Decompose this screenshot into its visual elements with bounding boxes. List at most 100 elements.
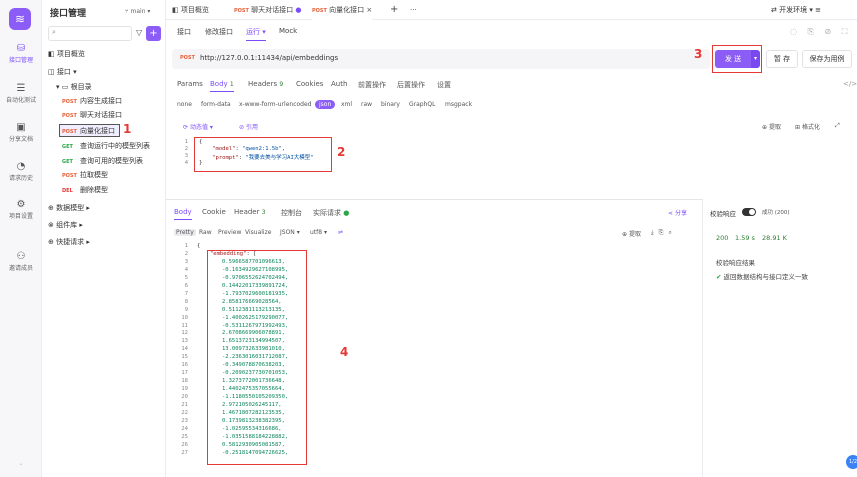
tab-project-overview[interactable]: ◧ 项目概览 xyxy=(172,0,209,20)
req-tab-pre[interactable]: 前置操作 xyxy=(358,80,386,90)
line-number: 3 xyxy=(184,153,188,159)
subtab-edit[interactable]: 修改接口 xyxy=(205,27,233,37)
resp-tab-body[interactable]: Body xyxy=(174,208,192,220)
req-tab-auth[interactable]: Auth xyxy=(331,80,347,88)
rail-item-invite[interactable]: ⚇ 邀请成员 xyxy=(0,250,42,272)
body-type-urlencoded[interactable]: x-www-form-urlencoded xyxy=(239,101,311,108)
line-number: 5 xyxy=(184,274,188,281)
add-button[interactable]: + xyxy=(146,26,161,41)
env-selector[interactable]: ⇄ 开发环境 ▾ ≡ xyxy=(771,3,821,17)
resp-tab-header[interactable]: Header 3 xyxy=(234,208,266,216)
close-icon[interactable]: × xyxy=(366,6,372,14)
view-json[interactable]: JSON ▾ xyxy=(280,229,300,236)
save-draft-button[interactable]: 暂 存 xyxy=(766,50,798,68)
rail-item-settings[interactable]: ⚙ 项目设置 xyxy=(0,198,42,220)
help-badge[interactable]: 1/2 xyxy=(846,455,857,469)
view-raw[interactable]: Raw xyxy=(199,229,212,236)
body-type-form-data[interactable]: form-data xyxy=(201,101,231,108)
rail-label: 接口管理 xyxy=(8,57,33,64)
tree-item-chat[interactable]: POST 聊天对话接口 xyxy=(62,109,122,122)
body-type-raw[interactable]: raw xyxy=(361,101,372,108)
body-type-json[interactable]: json xyxy=(315,100,336,109)
rail-label: 分享文档 xyxy=(8,136,33,143)
tree-item-available-models[interactable]: GET 查询可用的模型列表 xyxy=(62,155,143,168)
expand-icon[interactable]: ⤢ xyxy=(835,122,840,130)
vertical-divider[interactable] xyxy=(702,199,703,477)
split-divider[interactable] xyxy=(166,199,702,200)
validate-toggle[interactable] xyxy=(742,208,756,216)
line-number: 4 xyxy=(184,160,188,166)
req-tab-headers[interactable]: Headers 9 xyxy=(248,80,283,88)
rail-item-automation[interactable]: ☰ 自动化测试 xyxy=(0,82,42,104)
body-type-binary[interactable]: binary xyxy=(381,101,400,108)
new-tab-button[interactable]: + xyxy=(390,0,398,20)
result-title: 校验响应结果 xyxy=(716,259,755,267)
subtab-api[interactable]: 接口 xyxy=(177,27,191,37)
tree-api-group[interactable]: ◫ 接口 ▾ xyxy=(48,66,77,79)
tree-item-embedding[interactable]: POST 向量化接口 xyxy=(59,124,120,137)
tree-data-models[interactable]: ⊕ 数据模型 ▸ xyxy=(48,202,90,215)
body-type-none[interactable]: none xyxy=(177,101,192,108)
tab-embedding[interactable]: POST 向量化接口 × xyxy=(312,0,373,20)
collapse-icon[interactable]: ⌄ xyxy=(0,460,42,467)
req-tab-settings[interactable]: 设置 xyxy=(437,80,451,90)
share-icon: ⋖ xyxy=(668,210,675,217)
extract-button[interactable]: ⊕ 提取 xyxy=(762,122,781,131)
req-tab-post[interactable]: 后置操作 xyxy=(397,80,425,90)
line-number: 16 xyxy=(181,362,188,369)
resp-tab-actual[interactable]: 实际请求 ● xyxy=(313,208,349,218)
toolbar-icons[interactable]: ◌ ⎘ ⊘ ⛶ xyxy=(790,27,851,37)
line-number: 1 xyxy=(184,139,188,145)
url-input[interactable]: http://127.0.0.1:11434/api/embeddings xyxy=(200,54,338,62)
view-preview[interactable]: Preview xyxy=(218,229,241,236)
dynamic-value-button[interactable]: ⟳ 动态值 ▾ xyxy=(183,122,213,131)
resp-tool-icons[interactable]: ⤓⎘⌕ xyxy=(651,229,677,237)
resp-extract-button[interactable]: ⊕ 提取 xyxy=(622,229,641,238)
body-type-xml[interactable]: xml xyxy=(341,101,352,108)
code-icon[interactable]: </> xyxy=(843,80,857,88)
json-open-brace: { xyxy=(197,243,201,249)
reference-button[interactable]: ⊘ 引用 xyxy=(239,122,258,131)
rail-item-doc-share[interactable]: ▣ 分享文档 xyxy=(0,121,42,143)
tree-components[interactable]: ⊗ 组件库 ▸ xyxy=(48,219,83,232)
view-visualize[interactable]: Visualize xyxy=(245,229,271,236)
tree-overview[interactable]: ◧ 项目概览 xyxy=(48,48,85,61)
rail-item-api[interactable]: ⛁ 接口管理 xyxy=(0,42,42,64)
resp-tab-console[interactable]: 控制台 xyxy=(281,208,302,218)
url-bar[interactable]: POST http://127.0.0.1:11434/api/embeddin… xyxy=(172,49,710,69)
tree-item-delete-model[interactable]: DEL 删除模型 xyxy=(62,184,108,197)
line-number: 13 xyxy=(181,338,188,345)
tab-chat[interactable]: POST 聊天对话接口 ● xyxy=(234,0,302,20)
quick-icon: ⊕ xyxy=(48,238,57,246)
view-encoding[interactable]: utf8 ▾ xyxy=(310,229,327,236)
branch-selector[interactable]: ⑂ main ▾ xyxy=(125,8,150,15)
subtab-mock[interactable]: Mock xyxy=(279,27,297,35)
tree-item-running-models[interactable]: GET 查询运行中的模型列表 xyxy=(62,140,150,153)
tree-root-folder[interactable]: ▾ ▭ 根目录 xyxy=(56,81,92,94)
format-button[interactable]: ⊞ 格式化 xyxy=(795,122,820,131)
validate-status[interactable]: 成功 (200) xyxy=(762,208,790,216)
req-tab-cookies[interactable]: Cookies xyxy=(296,80,323,88)
rail-item-history[interactable]: ◔ 请求历史 xyxy=(0,160,42,182)
send-dropdown-button[interactable]: ▾ xyxy=(751,50,760,68)
send-button[interactable]: 发 送 xyxy=(715,50,751,68)
line-number: 20 xyxy=(181,394,188,401)
tree-item-content-gen[interactable]: POST 内容生成接口 xyxy=(62,95,122,108)
method-badge[interactable]: POST xyxy=(180,55,195,61)
link-icon: ⊘ xyxy=(239,124,246,131)
wrap-icon[interactable]: ⇌ xyxy=(338,229,343,236)
view-pretty[interactable]: Pretty xyxy=(174,229,196,236)
filter-icon[interactable]: ▽ xyxy=(136,28,142,37)
more-tabs-button[interactable]: ··· xyxy=(410,0,417,20)
tree-item-pull-model[interactable]: POST 拉取模型 xyxy=(62,169,108,182)
body-type-msgpack[interactable]: msgpack xyxy=(445,101,472,108)
req-tab-body[interactable]: Body 1 xyxy=(210,80,234,92)
share-button[interactable]: ⋖ 分享 xyxy=(668,208,687,217)
body-type-graphql[interactable]: GraphQL xyxy=(409,101,435,108)
resp-tab-cookie[interactable]: Cookie xyxy=(202,208,226,216)
save-as-case-button[interactable]: 保存为用例 xyxy=(802,50,852,68)
subtab-run[interactable]: 运行 ▾ xyxy=(246,27,266,41)
tree-quick-requests[interactable]: ⊕ 快捷请求 ▸ xyxy=(48,236,90,249)
req-tab-params[interactable]: Params xyxy=(177,80,203,88)
tree-search-input[interactable] xyxy=(61,27,131,40)
